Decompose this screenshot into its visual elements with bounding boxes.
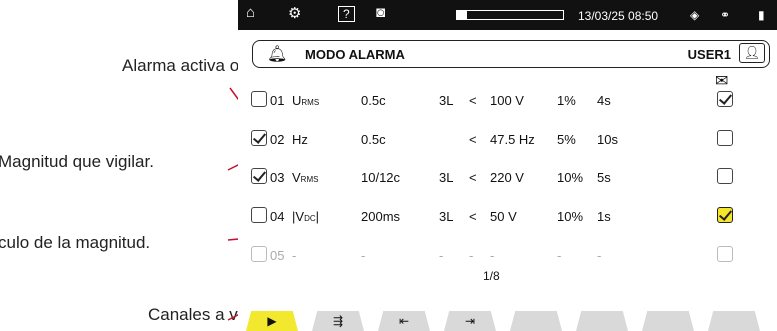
alarm-hysteresis[interactable]: 5% bbox=[557, 132, 576, 147]
home-icon[interactable]: ⌂ bbox=[246, 4, 255, 21]
function-key-2[interactable]: ⇶ bbox=[312, 311, 364, 331]
alarm-active-checkbox[interactable] bbox=[251, 168, 267, 184]
alarm-threshold[interactable]: 220 V bbox=[490, 170, 524, 185]
alarm-row-04[interactable]: 04 |VDC| 200ms 3L <50 V 10% 1s bbox=[251, 207, 771, 227]
function-key-3[interactable]: ⇤ bbox=[378, 311, 430, 331]
alarm-channels[interactable]: 3L bbox=[439, 170, 453, 185]
alarm-id[interactable]: 05 bbox=[270, 248, 284, 263]
alarm-duration[interactable]: 5s bbox=[597, 170, 611, 185]
alarm-operator[interactable]: < bbox=[469, 132, 477, 147]
user-icon[interactable]: 👤︎ bbox=[739, 43, 765, 63]
alarm-threshold[interactable]: 47.5 Hz bbox=[490, 132, 535, 147]
play-icon: ▶ bbox=[267, 314, 277, 328]
user-profile-label: USER1 bbox=[687, 47, 731, 62]
alarm-threshold[interactable]: 100 V bbox=[490, 93, 524, 108]
alarm-active-checkbox[interactable] bbox=[251, 130, 267, 146]
alarm-quantity[interactable]: Hz bbox=[292, 132, 308, 147]
import-icon: ⇤ bbox=[398, 314, 410, 328]
export-icon: ⇥ bbox=[464, 314, 476, 328]
alarm-hysteresis[interactable]: 10% bbox=[557, 209, 583, 224]
alarm-mail-checkbox[interactable] bbox=[717, 246, 733, 262]
alarm-threshold[interactable]: - bbox=[490, 248, 494, 263]
alarm-calculation[interactable]: 10/12c bbox=[361, 170, 400, 185]
alarm-row-03[interactable]: 03 VRMS 10/12c 3L <220 V 10% 5s bbox=[251, 168, 771, 188]
alarm-id[interactable]: 02 bbox=[270, 132, 284, 147]
usb-network-icon: ⚭ bbox=[720, 8, 731, 22]
alarm-hysteresis[interactable]: 10% bbox=[557, 170, 583, 185]
alarm-id[interactable]: 03 bbox=[270, 170, 284, 185]
alarm-mail-checkbox[interactable] bbox=[717, 207, 733, 223]
alarm-quantity-subscript: RMS bbox=[301, 98, 320, 107]
alarm-active-checkbox[interactable] bbox=[251, 207, 267, 223]
memory-progress-fill bbox=[457, 11, 467, 19]
function-key-bar: ▶ ⇶ ⇤ ⇥ bbox=[238, 311, 777, 331]
alarm-active-checkbox[interactable] bbox=[251, 246, 267, 262]
alarm-quantity-main: V bbox=[292, 170, 301, 185]
settings-icon[interactable]: ⚙ bbox=[288, 4, 301, 22]
alarm-row-05[interactable]: 05- - - - - - - bbox=[251, 246, 771, 266]
alarm-quantity-subscript: RMS bbox=[300, 175, 319, 184]
alarm-channels[interactable]: - bbox=[439, 248, 443, 263]
alarm-quantity-main: |V bbox=[292, 209, 305, 224]
alarm-operator[interactable]: < bbox=[469, 93, 477, 108]
alarm-quantity[interactable]: VRMS bbox=[292, 170, 318, 185]
function-key-7[interactable] bbox=[642, 311, 694, 331]
envelope-icon: ✉ bbox=[715, 73, 729, 90]
alarm-channels[interactable]: 3L bbox=[439, 209, 453, 224]
device-screen: ⌂ ⚙ ? ◙ 13/03/25 08:50 ◈ ⚭ ▮ 🔔︎ MODO ALA… bbox=[238, 0, 777, 331]
alarm-operator[interactable]: < bbox=[469, 170, 477, 185]
alarm-duration[interactable]: 10s bbox=[597, 132, 618, 147]
alarm-id[interactable]: 04 bbox=[270, 209, 284, 224]
alarm-quantity[interactable]: URMS bbox=[292, 93, 319, 108]
function-key-1[interactable]: ▶ bbox=[246, 311, 298, 331]
callout-calculation: culo de la magnitud. bbox=[0, 233, 151, 252]
memory-progress-bar bbox=[456, 10, 564, 20]
bell-icon: 🔔︎ bbox=[267, 46, 288, 63]
status-bar: ⌂ ⚙ ? ◙ 13/03/25 08:50 ◈ ⚭ ▮ bbox=[238, 0, 777, 30]
function-key-5[interactable] bbox=[510, 311, 562, 331]
gps-icon: ◈ bbox=[690, 8, 700, 22]
function-key-4[interactable]: ⇥ bbox=[444, 311, 496, 331]
alarm-row-01[interactable]: 01 URMS 0.5c 3L <100 V 1% 4s bbox=[251, 91, 771, 111]
camera-icon[interactable]: ◙ bbox=[376, 4, 385, 21]
sequence-play-icon: ⇶ bbox=[332, 314, 344, 328]
alarm-quantity[interactable]: |VDC| bbox=[292, 209, 319, 224]
alarm-quantity-main: - bbox=[292, 248, 297, 263]
alarm-operator[interactable]: - bbox=[469, 248, 473, 263]
battery-icon: ▮ bbox=[758, 8, 765, 22]
alarm-duration[interactable]: - bbox=[597, 248, 601, 263]
alarm-calculation[interactable]: 0.5c bbox=[361, 93, 386, 108]
alarm-quantity-suffix: | bbox=[315, 209, 320, 224]
alarm-quantity-main: U bbox=[292, 93, 302, 108]
alarm-mail-checkbox[interactable] bbox=[717, 91, 733, 107]
screen-header: 🔔︎ MODO ALARMA USER1 👤︎ bbox=[252, 40, 770, 68]
page-indicator: 1/8 bbox=[483, 269, 500, 283]
date-time: 13/03/25 08:50 bbox=[578, 9, 659, 23]
alarm-quantity-main: Hz bbox=[292, 132, 308, 147]
alarm-duration[interactable]: 4s bbox=[597, 93, 611, 108]
help-icon[interactable]: ? bbox=[338, 6, 355, 22]
alarm-duration[interactable]: 1s bbox=[597, 209, 611, 224]
alarm-quantity-subscript: DC bbox=[304, 214, 316, 223]
alarm-calculation[interactable]: - bbox=[361, 248, 365, 263]
alarm-quantity[interactable]: - bbox=[292, 248, 296, 263]
alarm-hysteresis[interactable]: - bbox=[557, 248, 561, 263]
alarm-mail-checkbox[interactable] bbox=[717, 168, 733, 184]
function-key-8[interactable] bbox=[708, 311, 760, 331]
alarm-hysteresis[interactable]: 1% bbox=[557, 93, 576, 108]
page-title: MODO ALARMA bbox=[305, 47, 405, 62]
alarm-active-checkbox[interactable] bbox=[251, 91, 267, 107]
alarm-calculation[interactable]: 200ms bbox=[361, 209, 400, 224]
callout-magnitude: Magnitud que vigilar. bbox=[0, 152, 154, 171]
alarm-id[interactable]: 01 bbox=[270, 93, 284, 108]
alarm-operator[interactable]: < bbox=[469, 209, 477, 224]
function-key-6[interactable] bbox=[576, 311, 628, 331]
alarm-channels[interactable]: 3L bbox=[439, 93, 453, 108]
alarm-calculation[interactable]: 0.5c bbox=[361, 132, 386, 147]
alarm-threshold[interactable]: 50 V bbox=[490, 209, 517, 224]
alarm-row-02[interactable]: 02 Hz 0.5c <47.5 Hz 5% 10s bbox=[251, 130, 771, 150]
alarm-mail-checkbox[interactable] bbox=[717, 130, 733, 146]
